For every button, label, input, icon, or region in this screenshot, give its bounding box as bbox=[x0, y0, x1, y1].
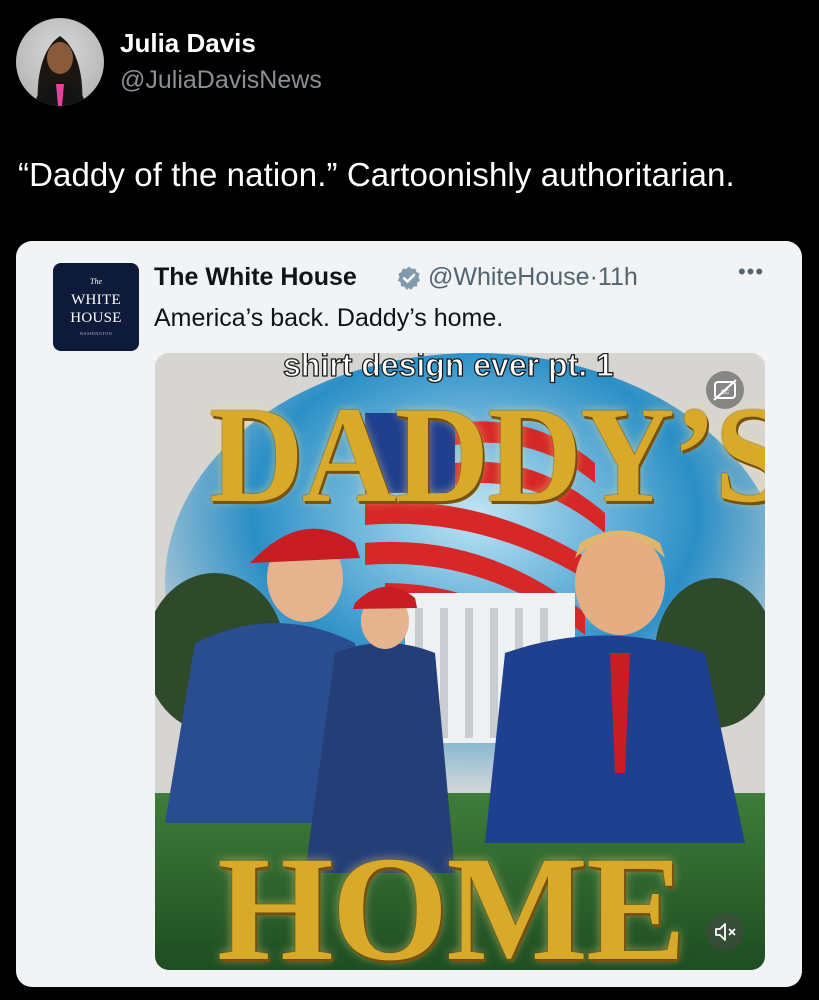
logo-line-2: HOUSE bbox=[70, 310, 122, 326]
white-house-logo[interactable]: The WHITE HOUSE WASHINGTON bbox=[53, 263, 139, 351]
quoted-author-meta: @WhiteHouse·11h bbox=[428, 263, 638, 292]
quoted-author-handle[interactable]: @WhiteHouse bbox=[428, 263, 590, 291]
quoted-tweet-card[interactable]: The WHITE HOUSE WASHINGTON The White Hou… bbox=[16, 241, 802, 987]
volume-muted-icon[interactable] bbox=[706, 913, 744, 951]
more-options-icon[interactable]: ••• bbox=[734, 259, 768, 284]
author-name[interactable]: Julia Davis bbox=[120, 28, 256, 59]
logo-line-1: WHITE bbox=[71, 292, 121, 308]
logo-the: The bbox=[90, 277, 102, 286]
verified-badge-icon bbox=[397, 266, 421, 290]
meta-separator: · bbox=[589, 263, 598, 291]
captions-off-icon[interactable]: cc bbox=[706, 371, 744, 409]
quoted-author-name[interactable]: The White House bbox=[154, 263, 357, 292]
quoted-tweet-media[interactable]: shirt design ever pt. 1 DADDY’S HOME cc bbox=[155, 353, 765, 970]
tweet-text: “Daddy of the nation.” Cartoonishly auth… bbox=[18, 156, 735, 193]
author-handle[interactable]: @JuliaDavisNews bbox=[120, 66, 322, 95]
quoted-tweet-time[interactable]: 11h bbox=[598, 263, 638, 291]
media-title-bottom: HOME bbox=[217, 826, 686, 970]
quoted-tweet-text: America’s back. Daddy’s home. bbox=[154, 304, 504, 332]
media-title-top: DADDY’S bbox=[209, 378, 765, 531]
logo-line-3: WASHINGTON bbox=[79, 331, 113, 336]
avatar-portrait-icon bbox=[34, 36, 86, 106]
author-avatar[interactable] bbox=[16, 18, 104, 106]
